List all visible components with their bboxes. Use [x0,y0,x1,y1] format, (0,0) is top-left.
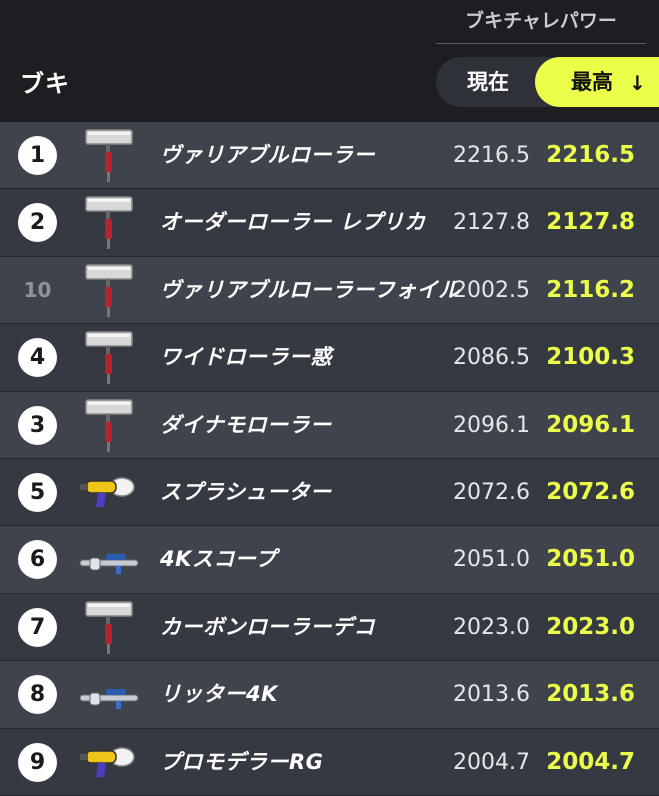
best-power-value: 2216.5 [546,142,635,168]
weapon-name: ヴァリアブルローラーフォイル [160,277,460,302]
rank-badge: 1 [18,136,57,175]
roller-icon [76,396,142,456]
weapon-name: ヴァリアブルローラー [160,143,375,167]
sort-best-label: 最高 [571,70,613,94]
sort-descending-icon: ↓ [629,71,646,95]
weapon-name: スプラシューター [160,479,332,504]
best-power-value: 2023.0 [546,613,635,640]
charger-icon [76,530,142,590]
current-power-value: 2004.7 [453,749,530,775]
list-item[interactable]: 6 4Kスコープ 2051.0 2051.0 [0,526,659,594]
list-item[interactable]: 1 ヴァリアブルローラー 2216.5 2216.5 [0,122,659,190]
list-header: ブキ ブキチャレパワー 現在 最高 ↓ [0,0,659,122]
rank-badge: 9 [18,742,57,782]
sort-best-button[interactable]: 最高 ↓ [535,57,659,107]
best-power-value: 2051.0 [546,546,635,573]
list-item[interactable]: 4 ワイドローラー惑 2086.5 2100.3 [0,324,659,392]
list-item[interactable]: 2 オーダーローラー レプリカ 2127.8 2127.8 [0,189,659,257]
weapon-name: カーボンローラーデコ [160,614,375,639]
current-power-value: 2096.1 [453,412,530,438]
current-power-value: 2072.6 [453,479,530,505]
current-power-value: 2051.0 [453,547,530,573]
weapon-name: オーダーローラー レプリカ [160,210,426,235]
best-power-value: 2100.3 [546,344,635,371]
rank-badge: 7 [18,607,57,647]
weapon-column-label: ブキ [20,70,70,98]
weapon-name: ダイナモローラー [160,412,332,437]
list-item[interactable]: 3 ダイナモローラー 2096.1 2096.1 [0,391,659,459]
weapon-name: 4Kスコープ [160,547,277,572]
charger-icon [76,665,142,725]
weapon-list: 1 ヴァリアブルローラー 2216.5 2216.5 2 オーダーローラー レプリカ 212… [0,122,659,796]
best-power-value: 2004.7 [546,748,635,775]
best-power-value: 2013.6 [546,681,635,708]
list-item[interactable]: 7 カーボンローラーデコ 2023.0 2023.0 [0,593,659,662]
best-power-value: 2116.2 [546,276,635,303]
rank-badge: 10 [23,277,52,302]
rank-badge: 5 [18,472,57,512]
rank-badge: 3 [18,405,57,445]
current-power-value: 2013.6 [453,682,530,708]
roller-icon [76,328,142,388]
current-power-value: 2002.5 [453,277,530,303]
weapon-name: リッター4K [160,682,278,707]
roller-icon [76,193,142,253]
best-power-value: 2096.1 [546,411,635,438]
rank-badge: 8 [18,675,57,715]
current-power-value: 2086.5 [453,345,530,371]
list-item[interactable]: 9 プロモデラーRG 2004.7 2004.7 [0,728,659,796]
current-power-value: 2216.5 [453,143,530,168]
sort-current-button[interactable]: 現在 [436,57,540,107]
roller-icon [76,598,142,658]
shooter-icon [76,463,142,523]
rank-badge: 2 [18,203,57,243]
current-power-value: 2127.8 [453,210,530,236]
list-item[interactable]: 5 スプラシューター 2072.6 2072.6 [0,458,659,527]
current-power-value: 2023.0 [453,614,530,640]
weapon-name: ワイドローラー惑 [160,345,332,370]
best-power-value: 2072.6 [546,478,635,505]
roller-icon [76,126,142,186]
shooter-icon [76,733,142,793]
list-item[interactable]: 10 ヴァリアブルローラーフォイル 2002.5 2116.2 [0,256,659,325]
list-item[interactable]: 8 リッター4K 2013.6 2013.6 [0,661,659,729]
sort-toggle: 現在 最高 ↓ [436,57,659,107]
best-power-value: 2127.8 [546,209,635,236]
rank-badge: 4 [18,338,57,378]
weapon-name: プロモデラーRG [160,749,324,774]
power-column-title: ブキチャレパワー [436,8,646,44]
rank-badge: 6 [18,540,57,580]
roller-icon [76,261,142,321]
